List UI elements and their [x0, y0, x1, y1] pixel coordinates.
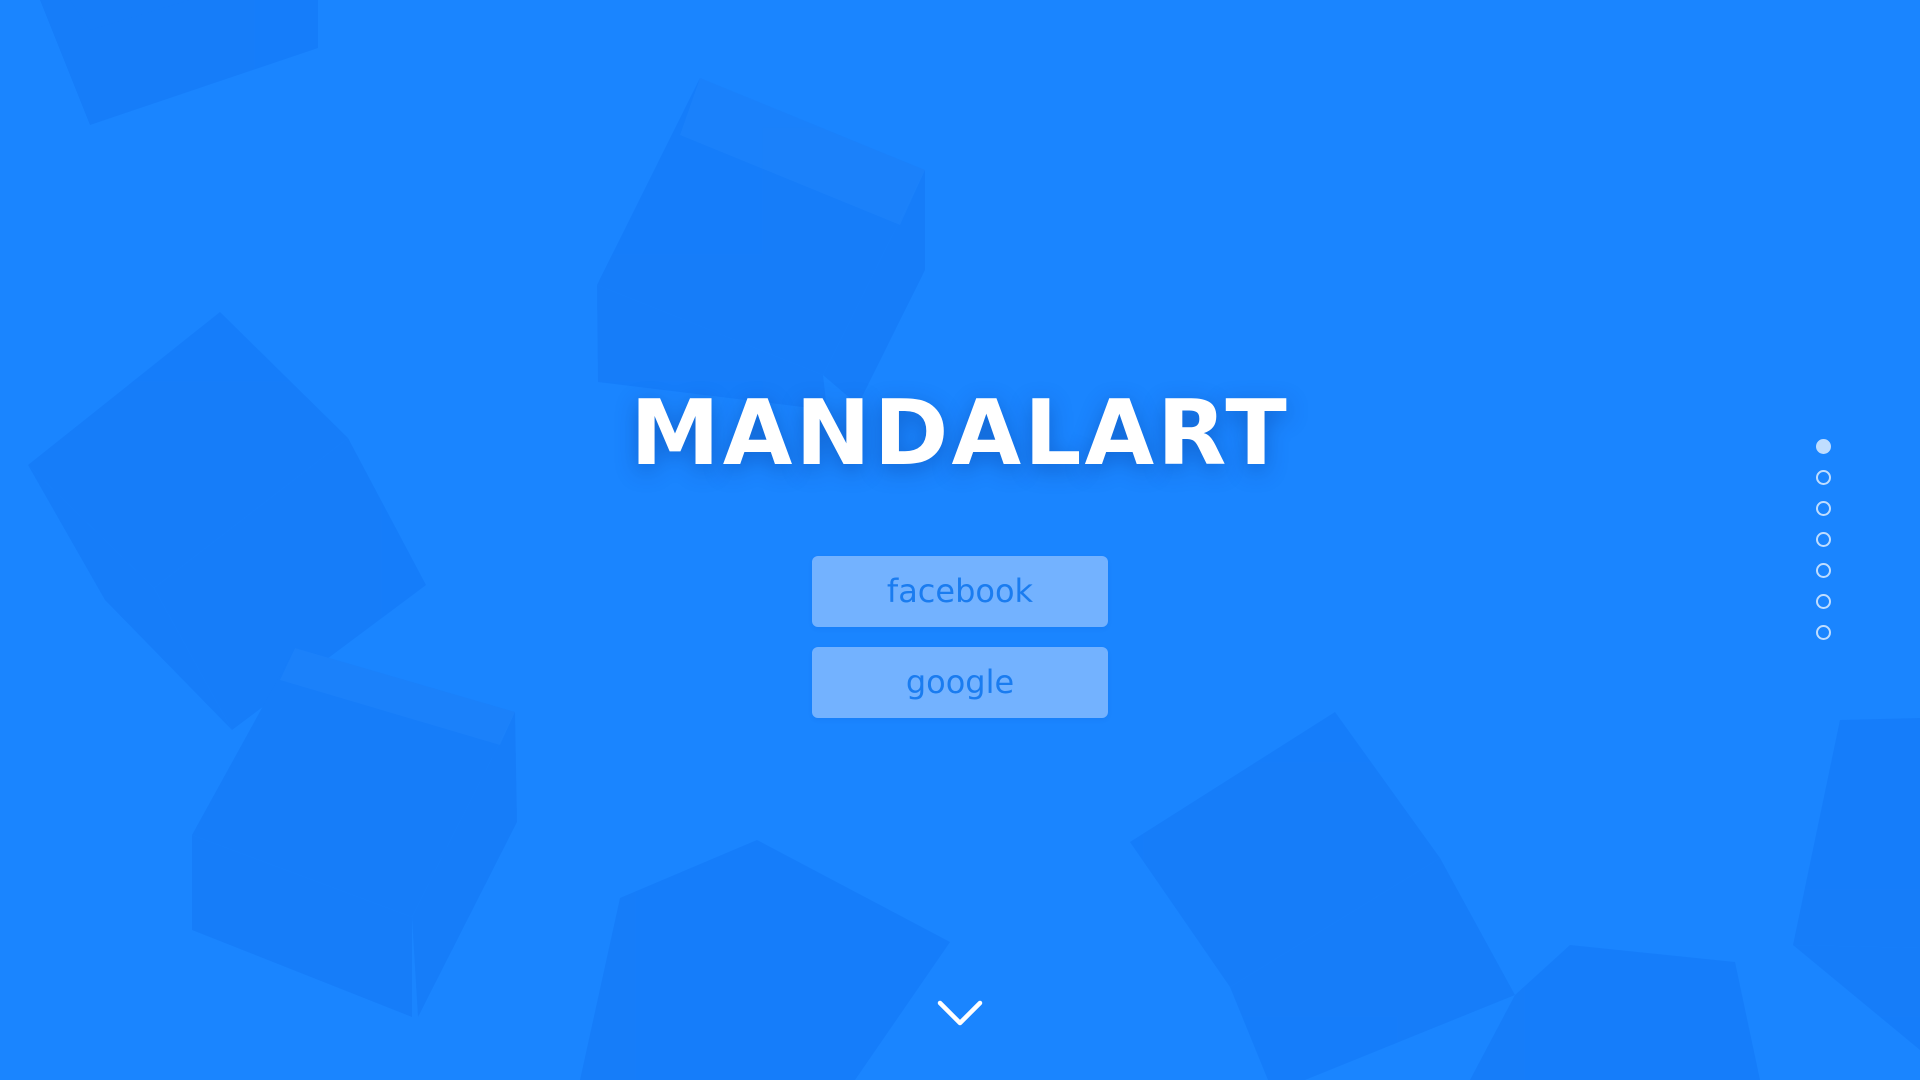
page-dot-1[interactable] — [1816, 439, 1831, 454]
google-login-button[interactable]: google — [812, 647, 1108, 718]
page-navigation-dots — [1816, 439, 1832, 656]
chevron-down-icon — [937, 1000, 983, 1026]
page-dot-5[interactable] — [1816, 563, 1831, 578]
page-dot-7[interactable] — [1816, 625, 1831, 640]
page-dot-3[interactable] — [1816, 501, 1831, 516]
page-dot-6[interactable] — [1816, 594, 1831, 609]
app-title: MANDALART — [630, 381, 1290, 486]
background-cubes — [28, 0, 1920, 1080]
scroll-down-button[interactable] — [935, 995, 985, 1031]
page-dot-4[interactable] — [1816, 532, 1831, 547]
background-decoration — [0, 0, 1920, 1080]
page-dot-2[interactable] — [1816, 470, 1831, 485]
facebook-login-button[interactable]: facebook — [812, 556, 1108, 627]
